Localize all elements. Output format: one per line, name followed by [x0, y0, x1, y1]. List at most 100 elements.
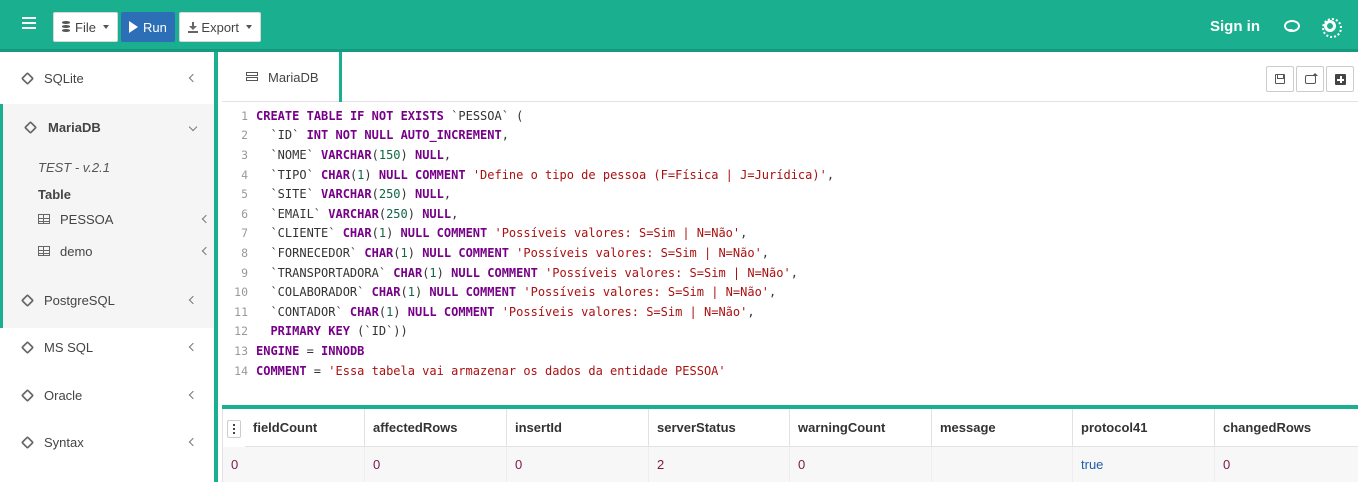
- line-number: 2: [241, 128, 248, 143]
- code-line[interactable]: 4 `TIPO` CHAR(1) NULL COMMENT 'Define o …: [222, 165, 834, 185]
- sidebar-table-pessoa[interactable]: PESSOA: [38, 208, 214, 230]
- cube-icon: [23, 120, 38, 135]
- code-line[interactable]: 1 CREATE TABLE IF NOT EXISTS `PESSOA` (: [222, 106, 523, 126]
- code-text[interactable]: PRIMARY KEY (`ID`)): [256, 324, 407, 338]
- chevron-left-icon: [201, 246, 211, 256]
- code-line[interactable]: 14 COMMENT = 'Essa tabela vai armazenar o…: [222, 361, 725, 381]
- column-header[interactable]: fieldCount: [245, 409, 365, 447]
- line-number: 1: [241, 108, 248, 123]
- code-text[interactable]: `CONTADOR` CHAR(1) NULL COMMENT 'Possíve…: [256, 305, 754, 319]
- line-number: 3: [241, 147, 248, 162]
- line-number: 8: [241, 245, 248, 260]
- cube-icon: [20, 435, 35, 450]
- line-number: 5: [241, 187, 248, 202]
- code-line[interactable]: 2 `ID` INT NOT NULL AUTO_INCREMENT,: [222, 126, 509, 146]
- save-button[interactable]: [1266, 66, 1294, 92]
- table-cell: 2: [649, 447, 790, 482]
- file-menu-button[interactable]: File: [53, 12, 118, 42]
- code-text[interactable]: ENGINE = INNODB: [256, 344, 364, 358]
- sidebar-item-syntax[interactable]: Syntax: [0, 418, 214, 466]
- line-number: 9: [241, 265, 248, 280]
- sidebar-item-label: Oracle: [44, 387, 83, 403]
- code-line[interactable]: 5 `SITE` VARCHAR(250) NULL,: [222, 184, 451, 204]
- sidebar-item-label: MariaDB: [48, 119, 101, 135]
- code-line[interactable]: 7 `CLIENTE` CHAR(1) NULL COMMENT 'Possív…: [222, 224, 747, 244]
- chevron-left-icon: [201, 214, 211, 224]
- database-icon: [62, 21, 71, 33]
- caret-down-icon: [103, 25, 109, 29]
- code-line[interactable]: 12 PRIMARY KEY (`ID`)): [222, 322, 408, 342]
- code-text[interactable]: `FORNECEDOR` CHAR(1) NULL COMMENT 'Possí…: [256, 246, 769, 260]
- code-editor[interactable]: 1 CREATE TABLE IF NOT EXISTS `PESSOA` ( 2 …: [222, 103, 1358, 405]
- sidebar-item-oracle[interactable]: Oracle: [0, 371, 214, 419]
- code-line[interactable]: 3 `NOME` VARCHAR(150) NULL,: [222, 145, 451, 165]
- code-line[interactable]: 8 `FORNECEDOR` CHAR(1) NULL COMMENT 'Pos…: [222, 243, 769, 263]
- code-text[interactable]: `ID` INT NOT NULL AUTO_INCREMENT,: [256, 128, 509, 142]
- code-text[interactable]: `NOME` VARCHAR(150) NULL,: [256, 148, 451, 162]
- run-label: Run: [143, 19, 167, 35]
- column-header[interactable]: warningCount: [790, 409, 932, 447]
- code-text[interactable]: `COLABORADOR` CHAR(1) NULL COMMENT 'Poss…: [256, 285, 776, 299]
- code-line[interactable]: 11 `CONTADOR` CHAR(1) NULL COMMENT 'Poss…: [222, 302, 754, 322]
- cube-icon: [20, 388, 35, 403]
- add-button[interactable]: [1326, 66, 1354, 92]
- top-toolbar: File Run Export Sign in: [0, 0, 1358, 52]
- tab-mariadb[interactable]: MariaDB: [222, 52, 342, 102]
- hamburger-menu-icon[interactable]: [22, 17, 36, 31]
- chevron-left-icon: [188, 342, 198, 352]
- code-line[interactable]: 13 ENGINE = INNODB: [222, 341, 364, 361]
- code-text[interactable]: CREATE TABLE IF NOT EXISTS `PESSOA` (: [256, 109, 523, 123]
- cube-icon: [20, 340, 35, 355]
- sidebar-item-sqlite[interactable]: SQLite: [0, 54, 214, 102]
- sidebar: SQLite MariaDB TEST - v.2.1 Table PESSOA…: [0, 52, 218, 482]
- table-heading: Table: [38, 187, 71, 202]
- refresh-icon: [1305, 73, 1318, 84]
- column-header[interactable]: affectedRows: [365, 409, 507, 447]
- sidebar-item-label: Syntax: [44, 434, 84, 450]
- column-header[interactable]: insertId: [507, 409, 649, 447]
- editor-tab-bar: MariaDB: [222, 52, 1358, 102]
- table-icon: [38, 214, 50, 224]
- column-header[interactable]: changedRows: [1215, 409, 1358, 447]
- sign-in-link[interactable]: Sign in: [1210, 18, 1260, 35]
- sidebar-item-mssql[interactable]: MS SQL: [0, 323, 214, 371]
- code-line[interactable]: 10 `COLABORADOR` CHAR(1) NULL COMMENT 'P…: [222, 282, 776, 302]
- code-line[interactable]: 9 `TRANSPORTADORA` CHAR(1) NULL COMMENT …: [222, 263, 798, 283]
- code-text[interactable]: `TIPO` CHAR(1) NULL COMMENT 'Define o ti…: [256, 168, 834, 182]
- code-text[interactable]: `SITE` VARCHAR(250) NULL,: [256, 187, 451, 201]
- table-name: demo: [60, 243, 93, 259]
- gear-icon[interactable]: [1322, 18, 1342, 38]
- sidebar-item-postgresql[interactable]: PostgreSQL: [0, 276, 214, 324]
- chevron-left-icon: [188, 437, 198, 447]
- table-cell: 0: [790, 447, 932, 482]
- chat-icon[interactable]: [1284, 20, 1300, 32]
- caret-down-icon: [246, 25, 252, 29]
- code-text[interactable]: COMMENT = 'Essa tabela vai armazenar os …: [256, 364, 726, 378]
- export-menu-button[interactable]: Export: [179, 12, 261, 42]
- save-icon: [1275, 74, 1285, 84]
- refresh-button[interactable]: [1296, 66, 1324, 92]
- table-cell: 0: [1215, 447, 1358, 482]
- line-number: 4: [241, 167, 248, 182]
- code-text[interactable]: `CLIENTE` CHAR(1) NULL COMMENT 'Possívei…: [256, 226, 747, 240]
- line-number: 13: [234, 343, 248, 358]
- cube-icon: [20, 71, 35, 86]
- sidebar-item-label: PostgreSQL: [44, 292, 115, 308]
- code-text[interactable]: `EMAIL` VARCHAR(250) NULL,: [256, 207, 458, 221]
- sidebar-item-mariadb[interactable]: MariaDB: [0, 103, 214, 151]
- sidebar-table-demo[interactable]: demo: [38, 240, 214, 262]
- run-button[interactable]: Run: [121, 12, 175, 42]
- chevron-left-icon: [188, 295, 198, 305]
- chevron-down-icon: [188, 122, 198, 132]
- code-line[interactable]: 6 `EMAIL` VARCHAR(250) NULL,: [222, 204, 458, 224]
- sidebar-item-label: MS SQL: [44, 339, 94, 355]
- table-icon: [38, 246, 50, 256]
- file-menu-label: File: [75, 19, 96, 35]
- column-header[interactable]: message: [932, 409, 1073, 447]
- line-number: 12: [234, 324, 248, 339]
- column-header[interactable]: serverStatus: [649, 409, 790, 447]
- column-menu-icon[interactable]: [227, 420, 241, 438]
- table-cell: 0: [365, 447, 507, 482]
- column-header[interactable]: protocol41: [1073, 409, 1215, 447]
- code-text[interactable]: `TRANSPORTADORA` CHAR(1) NULL COMMENT 'P…: [256, 266, 798, 280]
